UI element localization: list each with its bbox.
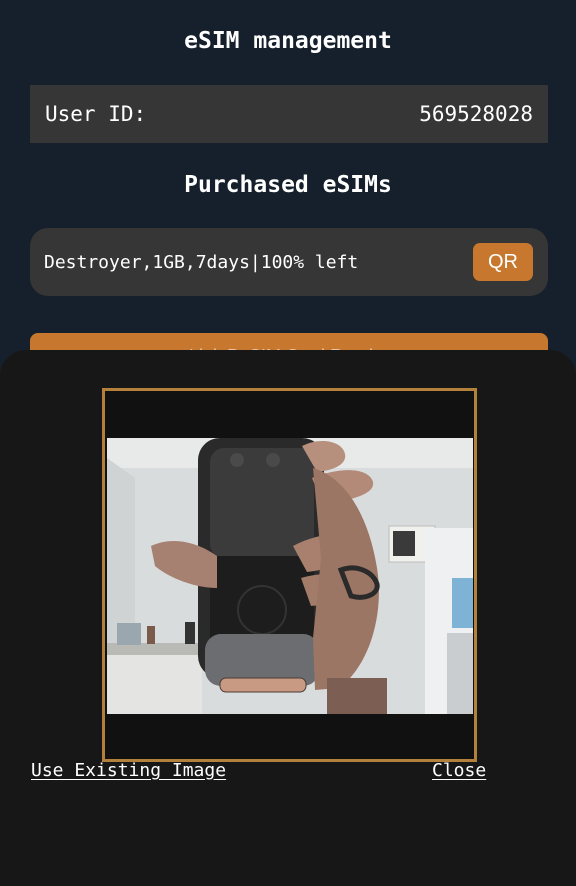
user-id-row: User ID: 569528028 xyxy=(30,85,548,143)
use-existing-image-link[interactable]: Use Existing Image xyxy=(31,760,226,781)
qr-button[interactable]: QR xyxy=(473,243,533,281)
camera-preview-image xyxy=(107,438,473,714)
esim-description: Destroyer,1GB,7days|100% left xyxy=(44,251,359,273)
user-id-label: User ID: xyxy=(45,102,147,126)
purchased-esims-title: Purchased eSIMs xyxy=(184,172,392,198)
esim-list-item: Destroyer,1GB,7days|100% left QR xyxy=(30,228,548,296)
scan-frame xyxy=(102,388,477,762)
close-link[interactable]: Close xyxy=(432,760,486,781)
page-title: eSIM management xyxy=(184,28,392,54)
scanner-sheet: Use Existing Image Close xyxy=(0,350,576,886)
user-id-value: 569528028 xyxy=(419,102,533,126)
